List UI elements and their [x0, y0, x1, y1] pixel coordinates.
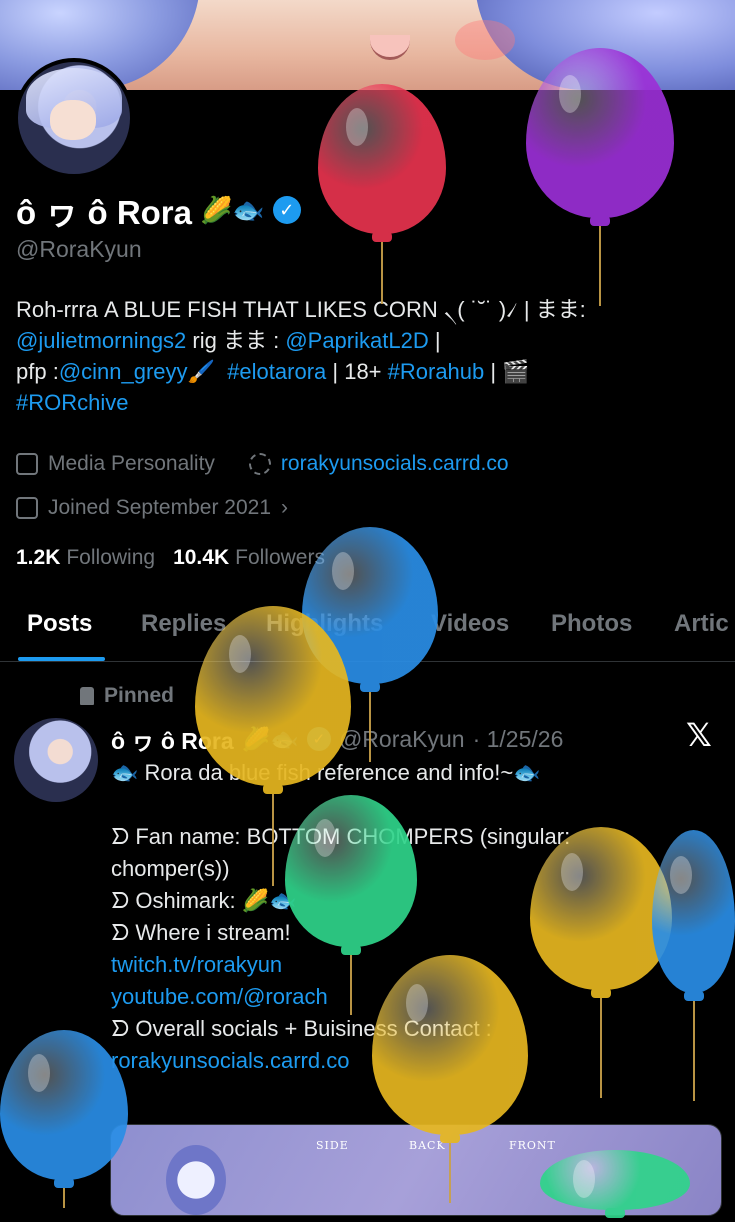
- preview-character-art: [166, 1145, 226, 1215]
- post-title: 🐟 Rora da blue fish reference and info!~…: [111, 760, 541, 785]
- bio-hashtag-link[interactable]: #elotarora: [227, 359, 326, 384]
- bio-mention-link[interactable]: @cinn_greyy: [59, 359, 188, 384]
- x-logo-icon: 𝕏: [686, 717, 712, 753]
- profile-tabs: Posts Replies Highlights Videos Photos A…: [0, 606, 735, 661]
- bio-text: | 18+: [326, 359, 388, 384]
- post-media-preview[interactable]: SIDE BACK FRONT: [110, 1124, 722, 1216]
- profile-joined-date: Joined September 2021: [48, 496, 271, 519]
- pinned-indicator: Pinned: [80, 684, 174, 708]
- preview-label-front: FRONT: [509, 1139, 556, 1152]
- preview-label-back: BACK: [409, 1139, 446, 1152]
- bio-text: |: [428, 328, 441, 353]
- bio-text: rig まま :: [186, 328, 286, 353]
- profile-category: Media Personality: [48, 452, 215, 475]
- pin-icon: [80, 687, 94, 705]
- tab-articles[interactable]: Artic: [674, 610, 729, 638]
- tab-posts[interactable]: Posts: [27, 610, 92, 638]
- post-socials: ᗤ Overall socials + Buisiness Contact :: [111, 1016, 492, 1041]
- post-date[interactable]: · 1/25/26: [473, 726, 564, 753]
- profile-avatar[interactable]: [14, 58, 134, 178]
- bio-mention-link[interactable]: @PaprikatL2D: [285, 328, 428, 353]
- verified-badge-icon[interactable]: ✓: [272, 196, 301, 224]
- post-fan-name-cont: chomper(s)): [111, 856, 230, 881]
- display-name: ô ヮ ô Rora: [16, 194, 193, 231]
- bio-hashtag-link[interactable]: #RORchive: [16, 390, 128, 415]
- followers-label: Followers: [235, 546, 325, 569]
- tabs-divider: [0, 661, 735, 662]
- profile-name-row: ô ヮ ô Rora 🌽🐟 ✓: [16, 186, 301, 234]
- bio-text: | 🎬: [484, 359, 530, 384]
- calendar-icon: [16, 497, 38, 519]
- balloon-decoration: [318, 84, 446, 308]
- bio-text: Roh-rrrа A BLUE FISH THAT LIKES CORN ৲( …: [16, 297, 586, 322]
- post-where-stream: ᗤ Where i stream!: [111, 920, 291, 945]
- tab-replies[interactable]: Replies: [141, 610, 226, 638]
- tab-photos[interactable]: Photos: [551, 610, 632, 638]
- balloon-decoration: [0, 1030, 128, 1212]
- following-stat[interactable]: 1.2K Following: [16, 546, 155, 570]
- followers-count: 10.4K: [173, 546, 230, 569]
- post-body: 🐟 Rora da blue fish reference and info!~…: [111, 757, 711, 1077]
- post-author-name[interactable]: ô ヮ ô Rora: [111, 722, 234, 756]
- profile-website-link[interactable]: rorakyunsocials.carrd.co: [281, 452, 509, 476]
- following-label: Following: [66, 546, 156, 569]
- youtube-link[interactable]: youtube.com/@rorach: [111, 984, 328, 1009]
- banner-art-blush: [455, 20, 515, 60]
- bio-hashtag-link[interactable]: #Rorahub: [388, 359, 485, 384]
- post-header: ô ヮ ô Rora 🌽🐟 ✓ @RoraKyun · 1/25/26: [111, 722, 563, 756]
- post-fan-name: ᗤ Fan name: BOTTOM CHOMPERS (singular:: [111, 824, 571, 849]
- preview-label-side: SIDE: [316, 1139, 349, 1152]
- verified-badge-icon: ✓: [306, 727, 331, 751]
- avatar-face: [50, 100, 96, 140]
- profile-stats: 1.2K Following 10.4K Followers: [16, 546, 325, 570]
- chevron-right-icon: ›: [281, 496, 288, 519]
- profile-bio: Roh-rrrа A BLUE FISH THAT LIKES CORN ৲( …: [16, 294, 716, 418]
- followers-stat[interactable]: 10.4K Followers: [173, 546, 325, 570]
- post-author-avatar[interactable]: [14, 718, 98, 802]
- post-author-handle[interactable]: @RoraKyun: [339, 726, 465, 753]
- profile-joined-row[interactable]: Joined September 2021 ›: [16, 496, 288, 520]
- link-icon: [248, 453, 271, 475]
- profile-handle: @RoraKyun: [16, 236, 142, 262]
- tab-highlights[interactable]: Highlights: [266, 610, 383, 638]
- banner-art-mouth: [370, 35, 410, 60]
- bio-mention-link[interactable]: @julietmornings2: [16, 328, 186, 353]
- following-count: 1.2K: [16, 546, 61, 569]
- profile-meta-row: Media Personality rorakyunsocials.carrd.…: [16, 452, 509, 476]
- bio-text: pfp :: [16, 359, 59, 384]
- name-emojis: 🌽🐟: [200, 194, 265, 225]
- twitch-link[interactable]: twitch.tv/rorakyun: [111, 952, 282, 977]
- briefcase-icon: [16, 453, 38, 475]
- post-oshimark: ᗤ Oshimark: 🌽🐟: [111, 888, 297, 913]
- pinned-label: Pinned: [104, 684, 175, 707]
- carrd-link[interactable]: rorakyunsocials.carrd.co: [111, 1048, 349, 1073]
- paintbrush-icon: 🖌️: [187, 359, 215, 384]
- post-author-emojis: 🌽🐟: [241, 725, 299, 752]
- tab-videos[interactable]: Videos: [431, 610, 509, 638]
